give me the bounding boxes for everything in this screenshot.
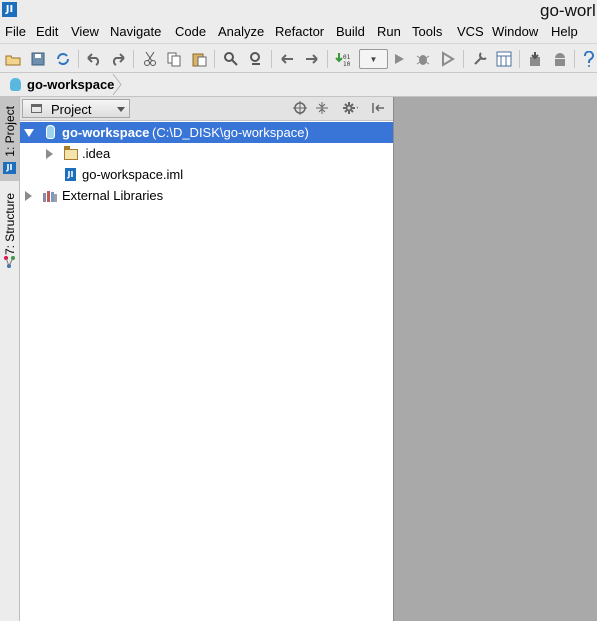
library-icon: [43, 191, 57, 202]
tree-node-project-root[interactable]: go-workspace (C:\D_DISK\go-workspace): [20, 122, 393, 143]
app-logo-icon: JI: [2, 2, 17, 17]
help-icon[interactable]: [580, 50, 597, 68]
module-icon: [10, 78, 21, 91]
replace-icon[interactable]: [247, 50, 265, 68]
synchronize-icon[interactable]: [54, 50, 72, 68]
tool-window-strip: 1: Project JI 7: Structure: [0, 97, 20, 621]
navigation-bar: go-workspace: [0, 73, 597, 97]
settings-wrench-icon[interactable]: [471, 50, 489, 68]
toolbar-separator: [214, 50, 215, 68]
project-view-icon: [31, 104, 42, 113]
module-icon: [46, 125, 55, 139]
tree-node-label: External Libraries: [62, 188, 164, 203]
project-view-selector[interactable]: Project: [22, 99, 130, 118]
svg-text:01: 01: [343, 54, 351, 61]
menu-view[interactable]: View: [71, 24, 99, 39]
toolbar-separator: [78, 50, 79, 68]
editor-area[interactable]: [394, 97, 597, 621]
tree-node-label: .idea: [82, 146, 111, 161]
run-icon[interactable]: [390, 50, 408, 68]
sdk-manager-icon[interactable]: [526, 50, 544, 68]
cut-icon[interactable]: [141, 50, 159, 68]
project-view-label: Project: [51, 102, 92, 117]
side-tab-project-label: 1: Project: [3, 106, 17, 157]
run-with-coverage-icon[interactable]: [439, 50, 457, 68]
find-icon[interactable]: [222, 50, 240, 68]
collapse-all-icon[interactable]: [314, 100, 330, 116]
android-device-icon[interactable]: [551, 50, 569, 68]
project-structure-icon[interactable]: [495, 50, 513, 68]
project-tool-window: Project go-workspace (C:\D_DISK\go-works…: [20, 97, 394, 621]
side-tab-structure[interactable]: 7: Structure: [0, 187, 19, 277]
menu-build[interactable]: Build: [336, 24, 365, 39]
collapse-arrow-icon[interactable]: [25, 191, 32, 201]
forward-icon[interactable]: [303, 50, 321, 68]
side-tab-structure-label: 7: Structure: [3, 193, 17, 256]
toolbar-separator: [519, 50, 520, 68]
toolbar-separator: [133, 50, 134, 68]
toolbar-separator: [271, 50, 272, 68]
menu-file[interactable]: File: [5, 24, 26, 39]
toolbar-separator: [463, 50, 464, 68]
menu-window[interactable]: Window: [492, 24, 538, 39]
open-folder-icon[interactable]: [4, 50, 22, 68]
tree-node-label: go-workspace: [62, 125, 150, 140]
menu-code[interactable]: Code: [175, 24, 206, 39]
collapse-arrow-icon[interactable]: [46, 149, 53, 159]
menu-help[interactable]: Help: [551, 24, 578, 39]
tree-node-label: go-workspace.iml: [82, 167, 184, 182]
structure-icon: [4, 256, 15, 268]
project-panel-header: Project: [20, 97, 393, 121]
menu-tools[interactable]: Tools: [412, 24, 442, 39]
menu-run[interactable]: Run: [377, 24, 401, 39]
window-title: go-worl: [540, 1, 596, 20]
paste-icon[interactable]: [190, 50, 208, 68]
run-configuration-dropdown[interactable]: ▼: [359, 49, 388, 69]
panel-settings-gear-icon[interactable]: [342, 100, 358, 116]
tree-node-external-libraries[interactable]: External Libraries: [20, 185, 393, 206]
menu-bar: File Edit View Navigate Code Analyze Ref…: [0, 21, 597, 43]
title-bar: JI go-worl: [0, 0, 597, 21]
menu-navigate[interactable]: Navigate: [110, 24, 161, 39]
menu-vcs[interactable]: VCS: [457, 24, 484, 39]
menu-refactor[interactable]: Refactor: [275, 24, 324, 39]
side-tab-project[interactable]: 1: Project JI: [0, 97, 19, 181]
redo-icon[interactable]: [109, 50, 127, 68]
breadcrumb-project[interactable]: go-workspace: [27, 77, 114, 92]
svg-text:10: 10: [343, 61, 351, 67]
scroll-from-source-icon[interactable]: [292, 100, 308, 116]
debug-icon[interactable]: [414, 50, 432, 68]
toolbar-separator: [574, 50, 575, 68]
chevron-down-icon: [117, 107, 125, 112]
undo-icon[interactable]: [85, 50, 103, 68]
project-tab-icon: JI: [3, 162, 16, 174]
tree-node-idea[interactable]: .idea: [20, 143, 393, 164]
iml-file-icon: JI: [65, 168, 76, 181]
back-icon[interactable]: [278, 50, 296, 68]
breadcrumb-separator-icon: [112, 74, 122, 95]
copy-icon[interactable]: [165, 50, 183, 68]
tree-node-path: (C:\D_DISK\go-workspace): [152, 125, 309, 140]
toolbar-separator: [327, 50, 328, 68]
menu-analyze[interactable]: Analyze: [218, 24, 264, 39]
menu-edit[interactable]: Edit: [36, 24, 58, 39]
main-toolbar: 01 10 ▼: [0, 43, 597, 73]
save-all-icon[interactable]: [29, 50, 47, 68]
hide-panel-icon[interactable]: [370, 100, 386, 116]
expand-arrow-icon[interactable]: [24, 129, 34, 137]
folder-icon: [64, 146, 78, 160]
make-project-icon[interactable]: 01 10: [334, 50, 352, 68]
tree-node-iml-file[interactable]: JI go-workspace.iml: [20, 164, 393, 185]
